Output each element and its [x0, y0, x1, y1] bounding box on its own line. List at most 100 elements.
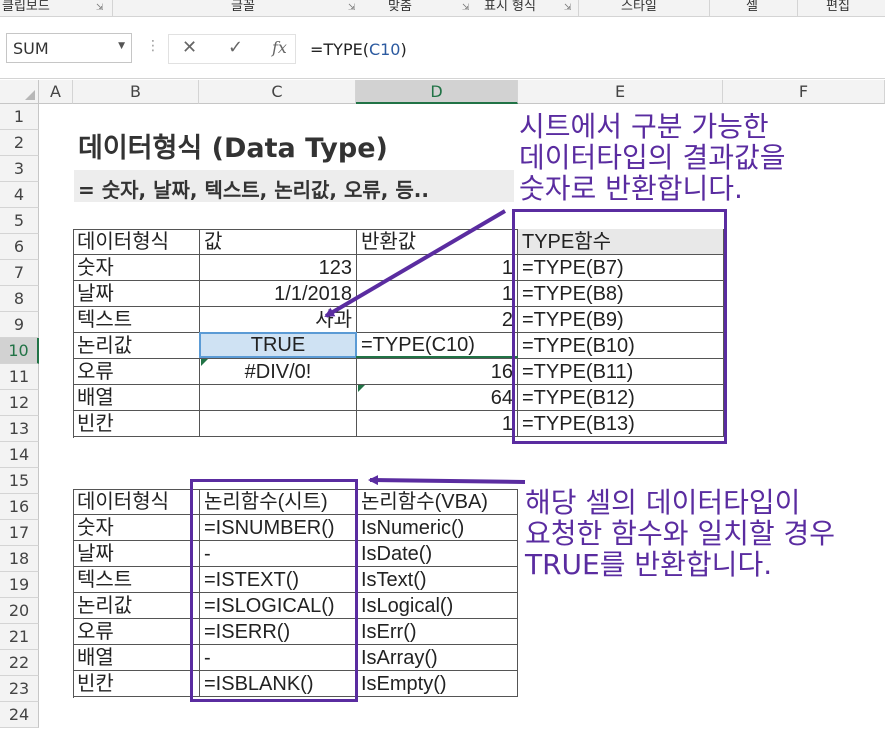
row-header-18[interactable]: 18: [0, 546, 39, 572]
formula-prefix: =TYPE(: [310, 40, 369, 59]
row-header-21[interactable]: 21: [0, 624, 39, 650]
table-cell-result[interactable]: 1: [357, 255, 518, 281]
is-table-cell-vba_fn[interactable]: IsDate(): [357, 541, 518, 567]
row-header-14[interactable]: 14: [0, 442, 39, 468]
table-cell-value[interactable]: #DIV/0!: [200, 359, 357, 385]
header-value[interactable]: 값: [200, 229, 357, 255]
is-table-cell-vba_fn[interactable]: IsEmpty(): [357, 671, 518, 697]
cell-d10[interactable]: =TYPE(C10): [357, 332, 517, 358]
type-function-highlight-box: [512, 209, 727, 444]
insert-function-icon[interactable]: fx: [272, 38, 287, 57]
table-cell-result[interactable]: 2: [357, 307, 518, 333]
table-cell-type[interactable]: 숫자: [73, 255, 200, 281]
select-all-button[interactable]: [0, 80, 39, 104]
is-table-cell-type[interactable]: 텍스트: [73, 567, 200, 593]
row-header-9[interactable]: 9: [0, 312, 39, 338]
row-header-24[interactable]: 24: [0, 702, 39, 728]
is-table-cell-type[interactable]: 숫자: [73, 515, 200, 541]
row-header-3[interactable]: 3: [0, 156, 39, 182]
formula-input[interactable]: =TYPE(C10): [298, 34, 885, 64]
name-box[interactable]: SUM ▼: [6, 33, 132, 63]
row-header-17[interactable]: 17: [0, 520, 39, 546]
ribbon-group-styles-label: 스타일: [621, 0, 657, 14]
is-table-cell-vba_fn[interactable]: IsErr(): [357, 619, 518, 645]
row-header-11[interactable]: 11: [0, 364, 39, 390]
column-header-c[interactable]: C: [199, 80, 356, 104]
more-options-icon[interactable]: ⋮: [146, 38, 160, 54]
is-table-cell-vba_fn[interactable]: IsNumeric(): [357, 515, 518, 541]
table-cell-result[interactable]: 64: [357, 385, 518, 411]
table-cell-value[interactable]: [200, 411, 357, 437]
is-table-cell-type[interactable]: 빈칸: [73, 671, 200, 697]
callout2-line2: 요청한 함수와 일치할 경우: [525, 517, 836, 550]
is-table-cell-type[interactable]: 오류: [73, 619, 200, 645]
table-cell-value[interactable]: [200, 385, 357, 411]
table-cell-type[interactable]: 빈칸: [73, 411, 200, 437]
column-header-b[interactable]: B: [73, 80, 199, 104]
is-header-datatype[interactable]: 데이터형식: [73, 489, 200, 515]
is-table-cell-vba_fn[interactable]: IsText(): [357, 567, 518, 593]
sheet-title[interactable]: 데이터형식 (Data Type): [78, 126, 388, 165]
error-indicator-icon: [201, 359, 208, 366]
ribbon-group-font-label: 글꼴: [231, 0, 255, 14]
cancel-icon[interactable]: ✕: [182, 37, 197, 58]
table-cell-type[interactable]: 배열: [73, 385, 200, 411]
table-cell-type[interactable]: 논리값: [73, 333, 200, 359]
column-header-e[interactable]: E: [518, 80, 723, 104]
table-cell-type[interactable]: 날짜: [73, 281, 200, 307]
row-header-2[interactable]: 2: [0, 130, 39, 156]
is-table-cell-vba_fn[interactable]: IsArray(): [357, 645, 518, 671]
dialog-launcher-icon[interactable]: ⇲: [96, 2, 104, 15]
dialog-launcher-icon[interactable]: ⇲: [462, 2, 470, 15]
table-cell-value[interactable]: 123: [200, 255, 357, 281]
cell-c10[interactable]: TRUE: [200, 332, 356, 358]
is-table-cell-type[interactable]: 논리값: [73, 593, 200, 619]
row-header-6[interactable]: 6: [0, 234, 39, 260]
row-header-12[interactable]: 12: [0, 390, 39, 416]
row-header-7[interactable]: 7: [0, 260, 39, 286]
ribbon-group-cells-label: 셀: [746, 0, 758, 14]
is-table-cell-vba_fn[interactable]: IsLogical(): [357, 593, 518, 619]
sheet-function-highlight-box: [190, 479, 358, 702]
row-header-15[interactable]: 15: [0, 468, 39, 494]
chevron-down-icon[interactable]: ▼: [118, 41, 125, 51]
ribbon-group-styles: 스타일: [579, 0, 709, 17]
table-cell-result[interactable]: 1: [357, 411, 518, 437]
table-cell-result[interactable]: 16: [357, 359, 518, 385]
row-header-10[interactable]: 10: [0, 338, 39, 364]
row-header-5[interactable]: 5: [0, 208, 39, 234]
column-header-a[interactable]: A: [39, 80, 73, 104]
table-cell-result[interactable]: 1: [357, 281, 518, 307]
row-header-23[interactable]: 23: [0, 676, 39, 702]
column-header-f[interactable]: F: [723, 80, 885, 104]
dialog-launcher-icon[interactable]: ⇲: [564, 2, 572, 15]
callout-type-explanation: 시트에서 구분 가능한 데이터타입의 결과값을 숫자로 반환합니다.: [519, 111, 786, 204]
row-header-1[interactable]: 1: [0, 104, 39, 130]
callout2-line3: TRUE를 반환합니다.: [525, 548, 773, 581]
row-header-8[interactable]: 8: [0, 286, 39, 312]
enter-check-icon[interactable]: ✓: [228, 37, 243, 58]
ribbon-group-editing-label: 편집: [826, 0, 850, 14]
header-datatype[interactable]: 데이터형식: [73, 229, 200, 255]
table-cell-type[interactable]: 텍스트: [73, 307, 200, 333]
row-header-4[interactable]: 4: [0, 182, 39, 208]
table-cell-value[interactable]: 1/1/2018: [200, 281, 357, 307]
table-cell-type[interactable]: 오류: [73, 359, 200, 385]
column-header-d[interactable]: D: [356, 80, 518, 104]
row-header-22[interactable]: 22: [0, 650, 39, 676]
formula-suffix: ): [400, 40, 407, 59]
ribbon-group-cells: 셀: [710, 0, 797, 17]
row-header-19[interactable]: 19: [0, 572, 39, 598]
formula-ref: C10: [368, 40, 401, 59]
sheet-subtitle[interactable]: = 숫자, 날짜, 텍스트, 논리값, 오류, 등..: [78, 174, 429, 203]
table-cell-value[interactable]: 사과: [200, 307, 357, 333]
callout-is-explanation: 해당 셀의 데이터타입이 요청한 함수와 일치할 경우 TRUE를 반환합니다.: [525, 487, 835, 580]
is-table-cell-type[interactable]: 날짜: [73, 541, 200, 567]
row-header-13[interactable]: 13: [0, 416, 39, 442]
row-header-16[interactable]: 16: [0, 494, 39, 520]
is-header-vba-fn[interactable]: 논리함수(VBA): [357, 489, 518, 515]
is-table-cell-type[interactable]: 배열: [73, 645, 200, 671]
ribbon-group-clipboard-label: 클립보드: [2, 0, 50, 14]
row-header-20[interactable]: 20: [0, 598, 39, 624]
header-result[interactable]: 반환값: [357, 229, 518, 255]
